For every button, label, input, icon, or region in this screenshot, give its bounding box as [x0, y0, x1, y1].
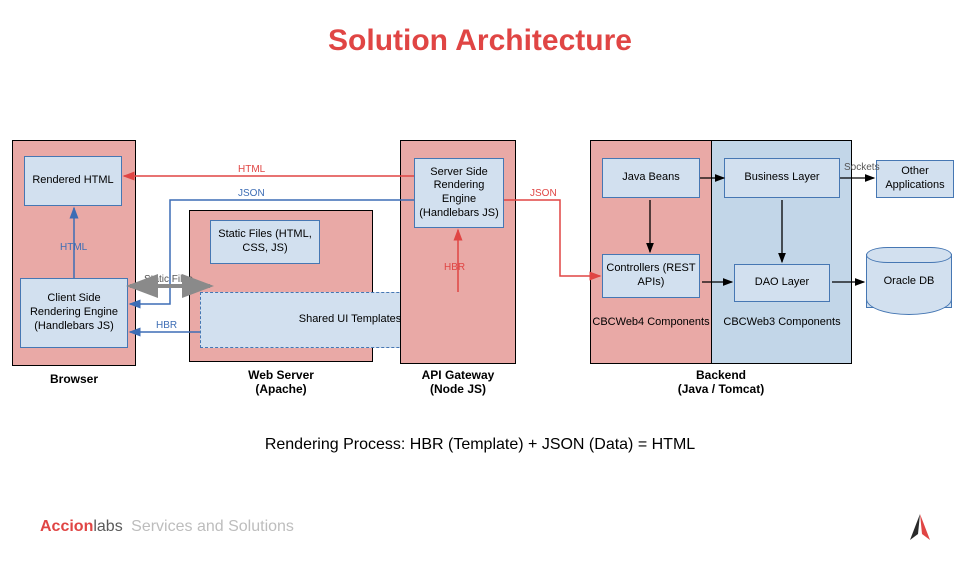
edge-label-html-render: HTML — [60, 242, 87, 253]
tier-gateway-name: API Gateway — [400, 368, 516, 382]
node-other-apps: Other Applications — [876, 160, 954, 198]
equation-text: Rendering Process: HBR (Template) + JSON… — [0, 436, 960, 454]
tier-webserver-label: Web Server (Apache) — [189, 368, 373, 396]
footer-brand: Accionlabs Services and Solutions — [40, 518, 294, 536]
edge-label-hbr-client: HBR — [156, 320, 177, 331]
backend-left-sub: CBCWeb4 Components — [590, 316, 712, 328]
edge-label-sockets: Sockets — [844, 162, 880, 173]
edge-label-json-backend: JSON — [530, 188, 557, 199]
node-rendered-html: Rendered HTML — [24, 156, 122, 206]
edge-label-json-out: JSON — [238, 188, 265, 199]
node-oracle-db: Oracle DB — [866, 254, 952, 308]
tier-webserver-sub: (Apache) — [189, 382, 373, 396]
brand-part2: labs — [93, 518, 122, 535]
brand-tag: Services and Solutions — [131, 518, 294, 535]
tier-backend-name: Backend — [590, 368, 852, 382]
backend-right-sub: CBCWeb3 Components — [712, 316, 852, 328]
tier-browser-label: Browser — [12, 372, 136, 386]
node-business-layer: Business Layer — [724, 158, 840, 198]
diagram-stage: Rendered HTML Client Side Rendering Engi… — [0, 24, 960, 564]
node-controllers: Controllers (REST APIs) — [602, 254, 700, 298]
node-client-engine: Client Side Rendering Engine (Handlebars… — [20, 278, 128, 348]
label-oracle-db: Oracle DB — [867, 255, 951, 307]
node-dao-layer: DAO Layer — [734, 264, 830, 302]
edge-label-static-files: Static Files — [144, 274, 193, 285]
brand-logo-icon — [908, 512, 932, 542]
node-server-engine: Server Side Rendering Engine (Handlebars… — [414, 158, 504, 228]
tier-webserver-name: Web Server — [189, 368, 373, 382]
node-static-files: Static Files (HTML, CSS, JS) — [210, 220, 320, 264]
edge-label-html-out: HTML — [238, 164, 265, 175]
node-java-beans: Java Beans — [602, 158, 700, 198]
edge-label-hbr-gateway: HBR — [444, 262, 465, 273]
tier-backend-label: Backend (Java / Tomcat) — [590, 368, 852, 396]
tier-gateway-sub: (Node JS) — [400, 382, 516, 396]
tier-backend-sub: (Java / Tomcat) — [590, 382, 852, 396]
brand-part1: Accion — [40, 518, 93, 535]
tier-browser-name: Browser — [50, 372, 98, 386]
tier-gateway-label: API Gateway (Node JS) — [400, 368, 516, 396]
